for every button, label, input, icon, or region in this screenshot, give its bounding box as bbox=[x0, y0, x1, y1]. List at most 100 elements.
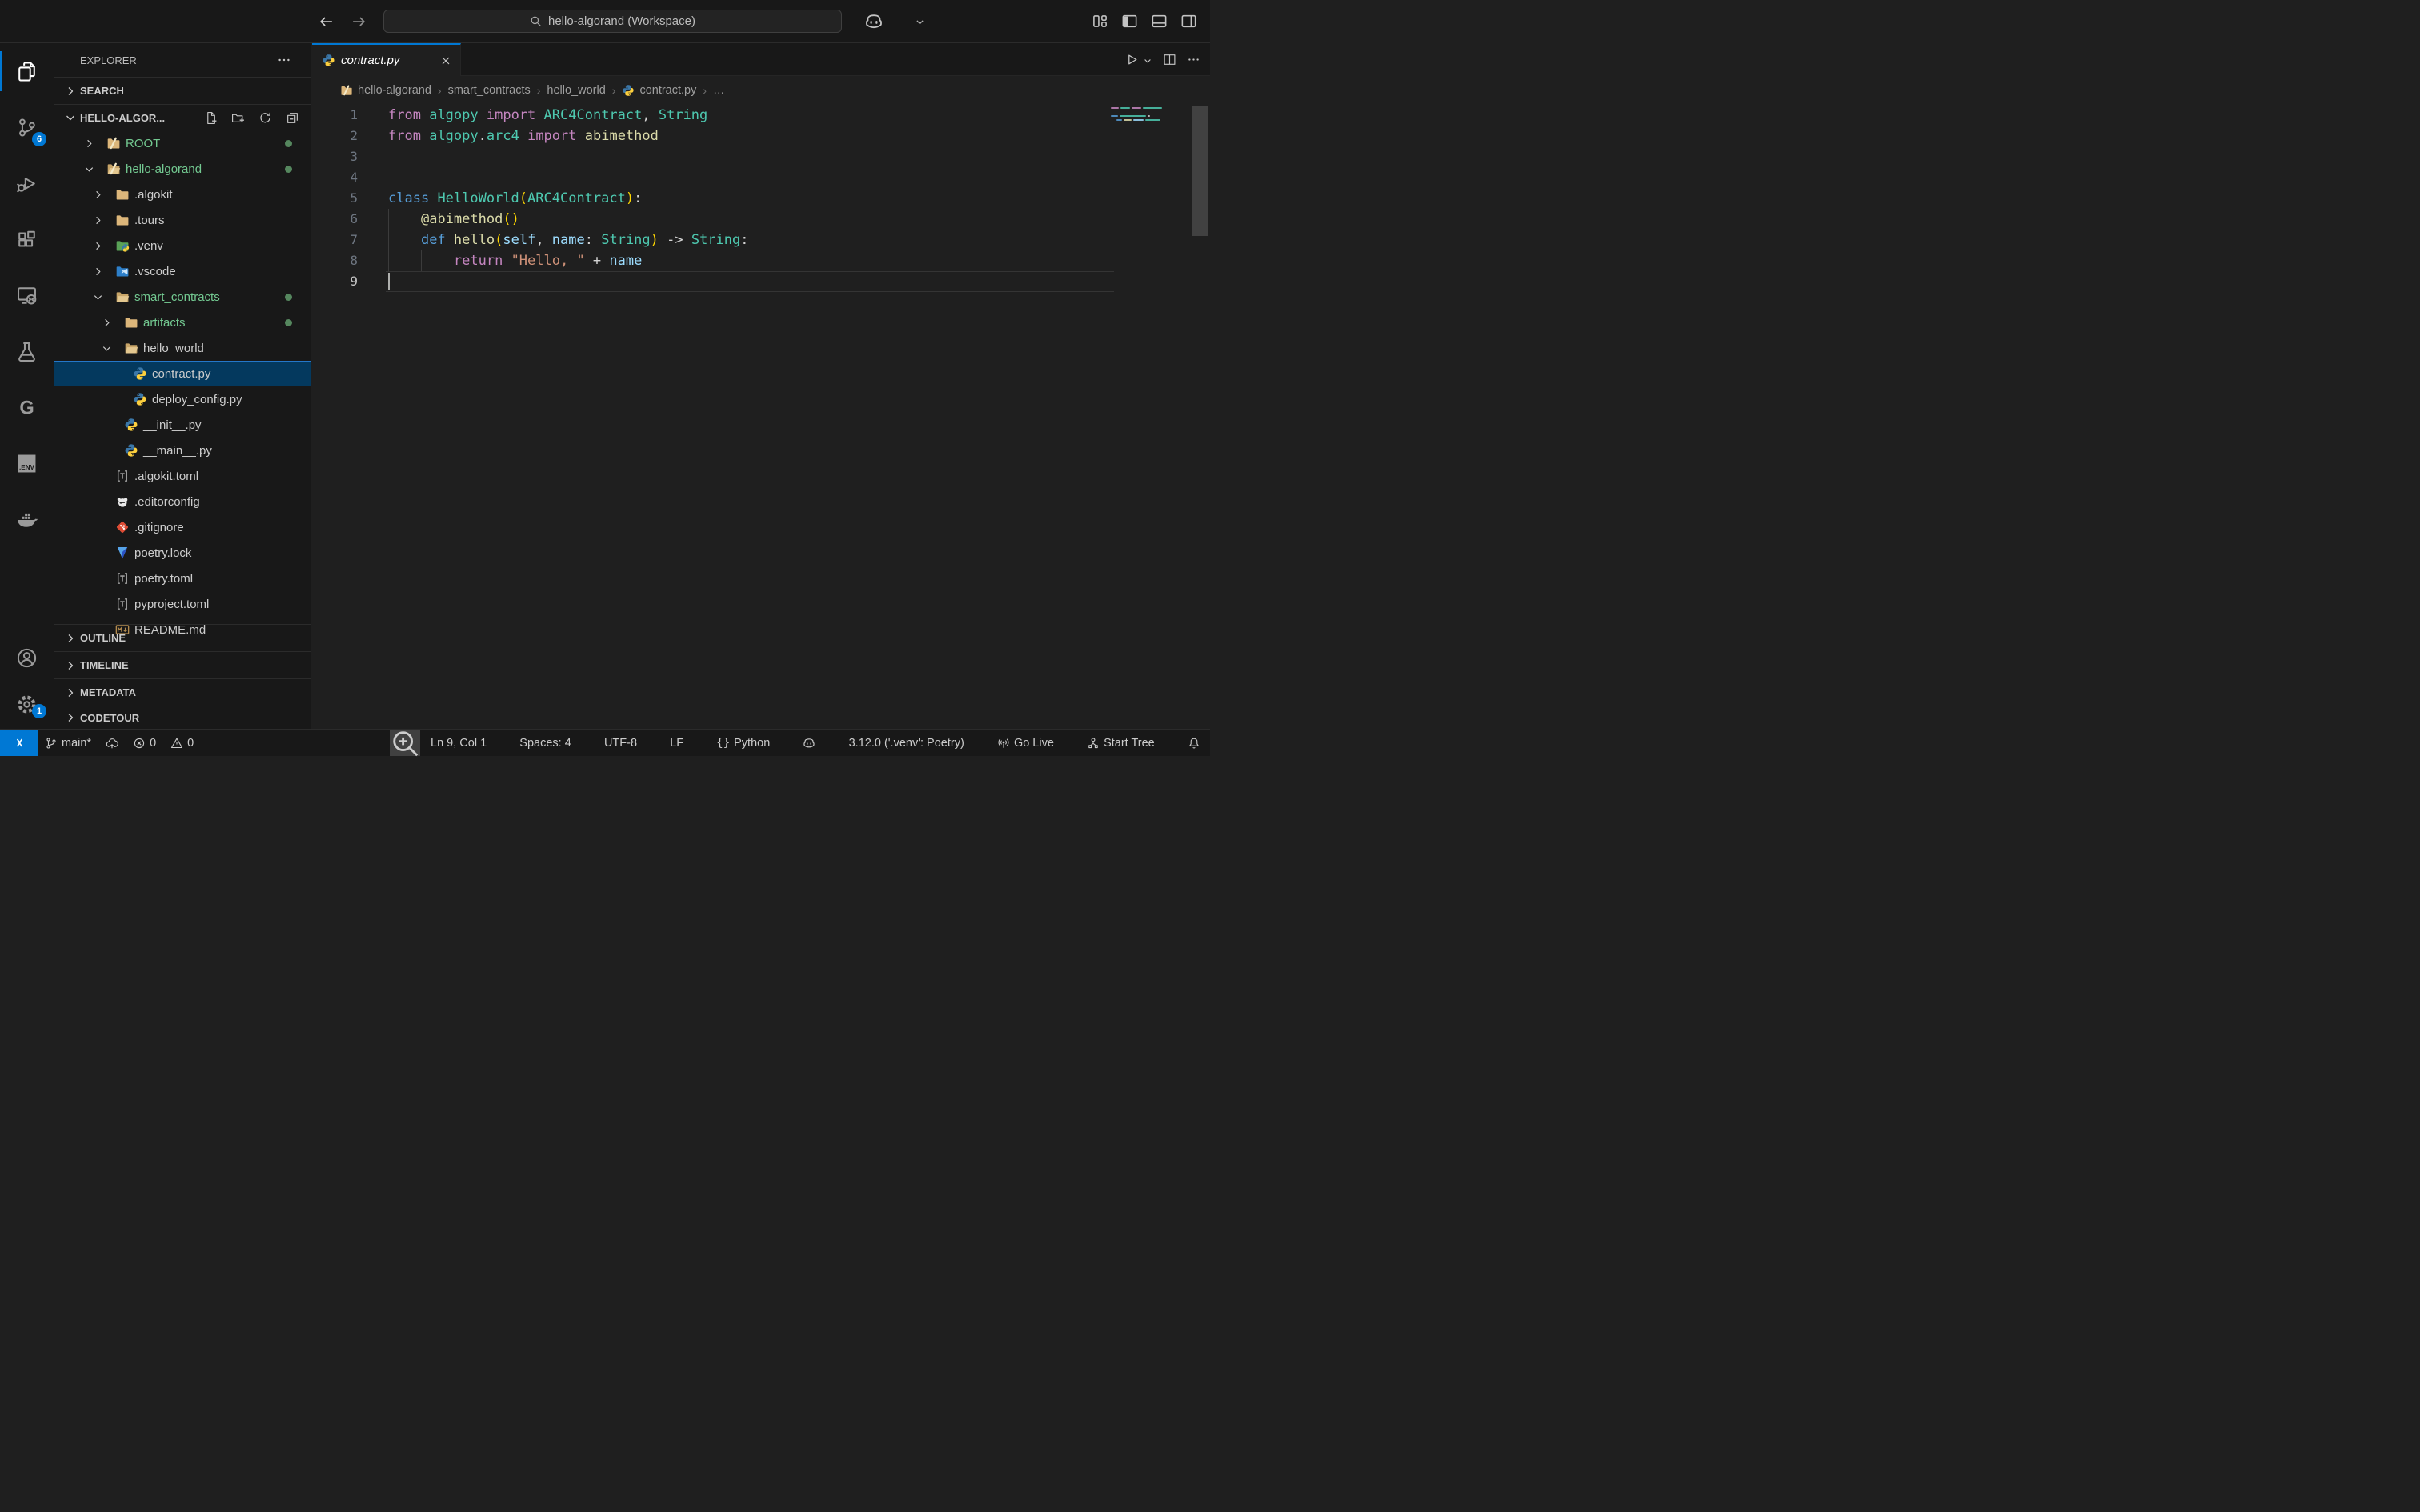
play-icon[interactable] bbox=[1125, 53, 1139, 66]
chevron-down-icon[interactable] bbox=[915, 17, 925, 27]
toggle-sidebar-left-icon[interactable] bbox=[1121, 13, 1138, 30]
tree-item-deploy-config-py[interactable]: deploy_config.py bbox=[54, 386, 311, 412]
tree-item--gitignore[interactable]: .gitignore bbox=[54, 514, 311, 540]
tree-item-pyproject-toml[interactable]: pyproject.toml bbox=[54, 591, 311, 617]
back-arrow-icon[interactable] bbox=[319, 14, 335, 30]
tree-item-root[interactable]: ROOT bbox=[54, 130, 311, 156]
toggle-sidebar-right-icon[interactable] bbox=[1180, 13, 1197, 30]
start-tree[interactable]: Start Tree bbox=[1082, 737, 1160, 750]
warnings-count[interactable]: 0 bbox=[170, 737, 194, 750]
activity-item-docker[interactable] bbox=[0, 491, 54, 547]
remote-indicator[interactable] bbox=[0, 730, 38, 756]
code-editor[interactable]: 123456789 from algopy import ARC4Contrac… bbox=[312, 105, 1210, 729]
chevron-right-icon bbox=[64, 85, 77, 98]
tree-item--algokit[interactable]: .algokit bbox=[54, 182, 311, 207]
tree-item-poetry-toml[interactable]: poetry.toml bbox=[54, 566, 311, 591]
tree-item--venv[interactable]: .venv bbox=[54, 233, 311, 258]
notifications[interactable] bbox=[1183, 737, 1205, 750]
section-codetour[interactable]: CODETOUR bbox=[54, 706, 311, 729]
go-live[interactable]: Go Live bbox=[992, 737, 1059, 750]
breadcrumb-item[interactable]: contract.py bbox=[622, 84, 696, 97]
zoom-status-tile[interactable] bbox=[390, 730, 420, 756]
new-file-icon[interactable] bbox=[204, 111, 218, 125]
tab-contract-py[interactable]: contract.py bbox=[312, 43, 461, 76]
section-workspace[interactable]: HELLO-ALGOR... bbox=[54, 104, 311, 130]
tree-item--tours[interactable]: .tours bbox=[54, 207, 311, 233]
section-outline[interactable]: OUTLINE bbox=[54, 624, 311, 651]
breadcrumb-item[interactable]: hello-algorand bbox=[340, 84, 431, 97]
close-icon[interactable] bbox=[439, 54, 452, 67]
ellipsis-icon[interactable] bbox=[1187, 53, 1200, 66]
activity-item-accounts[interactable] bbox=[0, 634, 54, 681]
section-search[interactable]: SEARCH bbox=[54, 77, 311, 104]
tree-item-artifacts[interactable]: artifacts bbox=[54, 310, 311, 335]
chevron-down-icon[interactable] bbox=[92, 291, 115, 303]
code-line-7: def hello(self, name: String) -> String: bbox=[388, 230, 749, 250]
tree-item-hello-world[interactable]: hello_world bbox=[54, 335, 311, 361]
copilot-icon[interactable] bbox=[864, 12, 883, 31]
minimap-line bbox=[1111, 110, 1175, 111]
errors-count[interactable]: 0 bbox=[133, 737, 156, 750]
collapse-all-icon[interactable] bbox=[286, 111, 299, 125]
activity-item-source-control[interactable]: 6 bbox=[0, 99, 54, 155]
refresh-icon[interactable] bbox=[258, 111, 272, 125]
chevron-right-icon[interactable] bbox=[83, 138, 106, 150]
activity-item-algokit[interactable]: G bbox=[0, 379, 54, 435]
chevron-right-icon[interactable] bbox=[92, 214, 115, 226]
git-branch-icon bbox=[45, 737, 58, 750]
chevron-right-icon[interactable] bbox=[101, 317, 124, 329]
tree-item-hello-algorand[interactable]: hello-algorand bbox=[54, 156, 311, 182]
indentation[interactable]: Spaces: 4 bbox=[515, 737, 576, 750]
chevron-down-small-icon[interactable] bbox=[1143, 55, 1152, 65]
toml-icon bbox=[115, 469, 134, 483]
command-center-search[interactable]: hello-algorand (Workspace) bbox=[383, 10, 842, 33]
tree-item-contract-py[interactable]: contract.py bbox=[54, 361, 311, 386]
activity-item-dotenv[interactable]: .ENV bbox=[0, 435, 54, 491]
toggle-panel-bottom-icon[interactable] bbox=[1151, 13, 1168, 30]
encoding[interactable]: UTF-8 bbox=[599, 737, 642, 750]
section-metadata[interactable]: METADATA bbox=[54, 678, 311, 706]
publish-changes[interactable] bbox=[106, 737, 118, 750]
code-line-3 bbox=[388, 146, 749, 167]
python-interpreter[interactable]: 3.12.0 ('.venv': Poetry) bbox=[844, 737, 969, 750]
forward-arrow-icon[interactable] bbox=[351, 14, 367, 30]
new-folder-icon[interactable] bbox=[231, 111, 245, 125]
code-line-9 bbox=[388, 271, 749, 292]
activity-item-extensions[interactable] bbox=[0, 211, 54, 267]
activity-item-remote-explorer[interactable] bbox=[0, 267, 54, 323]
tree-item--editorconfig[interactable]: .editorconfig bbox=[54, 489, 311, 514]
chevron-right-icon[interactable] bbox=[92, 240, 115, 252]
branch-item[interactable]: main* bbox=[45, 737, 91, 750]
scrollbar-slider[interactable] bbox=[1192, 106, 1208, 236]
more-actions-icon[interactable] bbox=[277, 53, 291, 67]
chevron-down-icon[interactable] bbox=[83, 163, 106, 175]
chevron-down-icon[interactable] bbox=[101, 342, 124, 354]
breadcrumb-item[interactable]: … bbox=[713, 84, 725, 97]
tree-item-label: .venv bbox=[134, 239, 163, 253]
tree-item-smart-contracts[interactable]: smart_contracts bbox=[54, 284, 311, 310]
breadcrumb-item[interactable]: smart_contracts bbox=[448, 84, 531, 97]
language-mode[interactable]: {}Python bbox=[711, 737, 775, 750]
remote-icon bbox=[16, 285, 38, 306]
copilot-status[interactable] bbox=[798, 737, 820, 750]
tree-item--main-py[interactable]: __main__.py bbox=[54, 438, 311, 463]
breadcrumb-item[interactable]: hello_world bbox=[547, 84, 605, 97]
tree-item--init-py[interactable]: __init__.py bbox=[54, 412, 311, 438]
tab-label: contract.py bbox=[341, 54, 434, 67]
cursor-position[interactable]: Ln 9, Col 1 bbox=[426, 737, 491, 750]
eol[interactable]: LF bbox=[665, 737, 688, 750]
minimap[interactable] bbox=[1111, 107, 1175, 123]
activity-item-run-and-debug[interactable] bbox=[0, 155, 54, 211]
poetry-icon bbox=[115, 546, 134, 560]
tree-item--algokit-toml[interactable]: .algokit.toml bbox=[54, 463, 311, 489]
activity-item-testing[interactable] bbox=[0, 323, 54, 379]
chevron-right-icon[interactable] bbox=[92, 189, 115, 201]
section-timeline[interactable]: TIMELINE bbox=[54, 651, 311, 678]
activity-item-settings[interactable]: 1 bbox=[0, 681, 54, 727]
chevron-right-icon[interactable] bbox=[92, 266, 115, 278]
tree-item--vscode[interactable]: .vscode bbox=[54, 258, 311, 284]
activity-item-explorer[interactable] bbox=[0, 43, 54, 99]
split-icon[interactable] bbox=[1163, 53, 1176, 66]
tree-item-poetry-lock[interactable]: poetry.lock bbox=[54, 540, 311, 566]
layout-customize-icon[interactable] bbox=[1092, 13, 1108, 30]
